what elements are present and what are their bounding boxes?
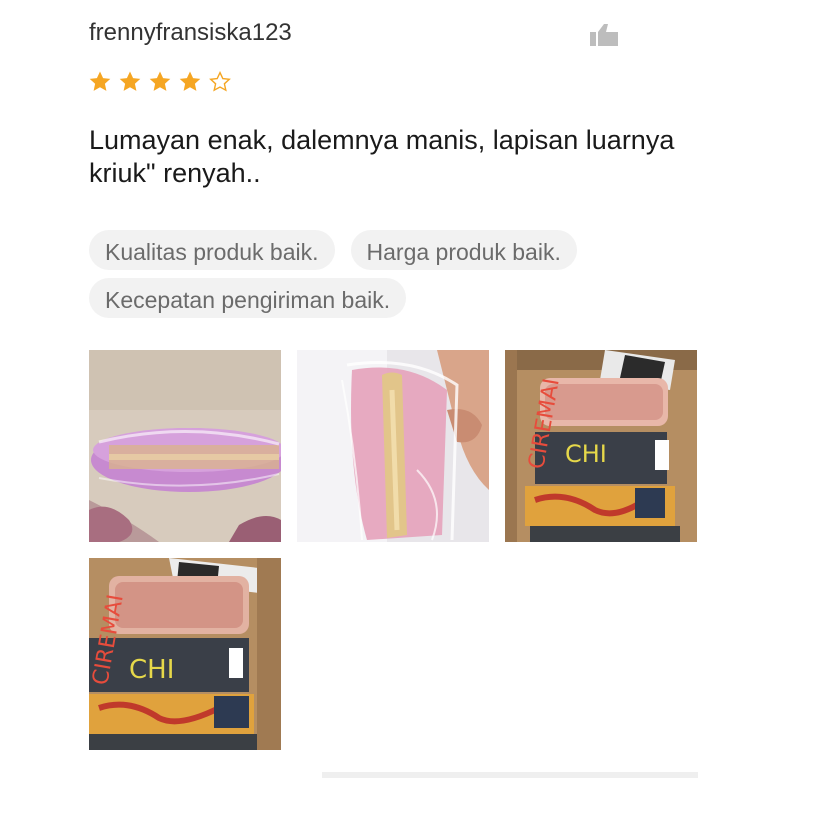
reviewer-username: frennyfransiska123 [89,19,292,46]
wafer-in-plastic-photo [297,350,489,542]
review-text: Lumayan enak, dalemnya manis, lapisan lu… [89,125,675,188]
star-filled-icon [119,71,141,91]
star-filled-icon [89,71,111,91]
tag-quality: Kualitas produk baik. [89,230,335,270]
review-photo-4[interactable]: CIREMAI CHI [89,558,281,750]
svg-text:CHI: CHI [565,440,607,468]
star-filled-icon [179,71,201,91]
bottom-divider [322,772,698,778]
snack-packages-photo: CIREMAI CHI [89,558,281,750]
tag-price: Harga produk baik. [350,230,577,270]
snack-packages-photo: CIREMAI CHI [505,350,697,542]
like-icon[interactable] [590,24,620,46]
pink-wafer-photo [89,350,281,542]
star-filled-icon [149,71,171,91]
review-photo-3[interactable]: CIREMAI CHI [505,350,697,542]
star-empty-icon [209,70,231,92]
tag-shipping-speed: Kecepatan pengiriman baik. [89,278,407,318]
rating-stars [88,70,232,94]
review-photo-1[interactable] [89,350,281,542]
review-photo-2[interactable] [297,350,489,542]
review-tags: Kualitas produk baik. Harga produk baik.… [89,230,729,318]
review-page: frennyfransiska123 Lumayan enak, dalemny… [0,0,818,818]
review-photos: CIREMAI CHI CIREMAI CHI [89,350,697,750]
svg-text:CHI: CHI [129,655,174,685]
